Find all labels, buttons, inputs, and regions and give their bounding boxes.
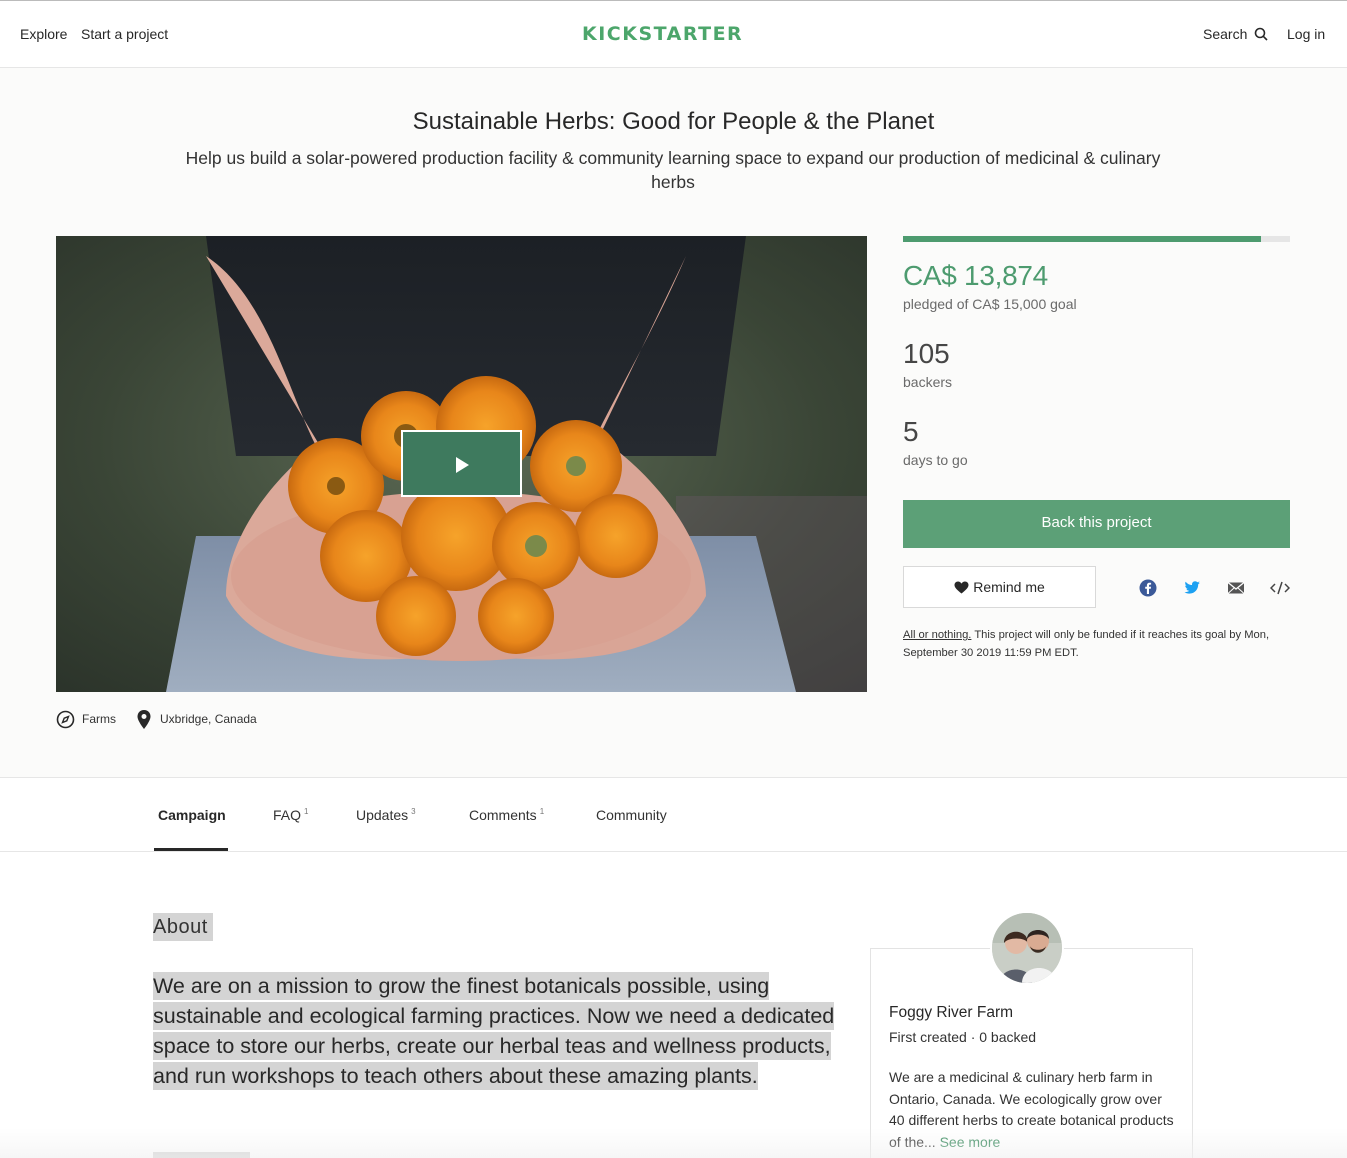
location-link[interactable]: Uxbridge, Canada (160, 712, 257, 726)
login-link[interactable]: Log in (1287, 26, 1325, 42)
all-or-nothing-link[interactable]: All or nothing. (903, 629, 971, 641)
remind-me-label: Remind me (973, 579, 1045, 595)
start-project-link[interactable]: Start a project (81, 26, 168, 42)
creator-avatar[interactable] (990, 911, 1064, 985)
play-video-button[interactable] (401, 430, 522, 497)
active-tab-indicator (154, 848, 228, 851)
explore-link[interactable]: Explore (20, 26, 67, 42)
days-to-go-label: days to go (903, 452, 968, 468)
tab-community[interactable]: Community (596, 807, 667, 823)
tab-comments-count: 1 (539, 807, 545, 817)
mission-statement: We are on a mission to grow the finest b… (153, 971, 843, 1091)
creator-avatar-image (992, 913, 1062, 983)
tab-community-label: Community (596, 807, 667, 823)
mission-text: We are on a mission to grow the finest b… (153, 972, 835, 1090)
play-icon (456, 457, 469, 473)
location-pin-icon (137, 710, 151, 729)
twitter-icon[interactable] (1183, 579, 1201, 597)
category-link[interactable]: Farms (82, 712, 116, 726)
pledged-amount: CA$ 13,874 (903, 260, 1048, 291)
tab-comments[interactable]: Comments 1 (469, 807, 544, 823)
compass-icon (56, 710, 75, 729)
remind-me-button[interactable]: Remind me (903, 566, 1096, 608)
funding-progress-fill (903, 236, 1261, 242)
creator-bio-text: We are a medicinal & culinary herb farm … (889, 1069, 1174, 1150)
email-icon[interactable] (1227, 579, 1245, 597)
embed-icon[interactable] (1270, 579, 1290, 597)
tab-campaign-label: Campaign (158, 807, 226, 823)
tab-updates[interactable]: Updates 3 (356, 807, 416, 823)
creator-bio: We are a medicinal & culinary herb farm … (889, 1067, 1179, 1153)
next-section-heading (153, 1152, 250, 1158)
kickstarter-logo[interactable]: KICKSTARTER (582, 23, 743, 45)
see-more-link[interactable]: See more (940, 1134, 1001, 1150)
tab-faq-label: FAQ (273, 807, 302, 823)
project-video[interactable] (56, 236, 867, 692)
all-or-nothing-notice: All or nothing. This project will only b… (903, 626, 1293, 662)
tab-faq[interactable]: FAQ 1 (273, 807, 308, 823)
facebook-icon[interactable] (1139, 579, 1157, 597)
backers-label: backers (903, 374, 953, 390)
project-hero: Sustainable Herbs: Good for People & the… (0, 68, 1347, 778)
creator-name[interactable]: Foggy River Farm (889, 1004, 1013, 1022)
tab-updates-label: Updates (356, 807, 409, 823)
top-navigation: Explore Start a project KICKSTARTER Sear… (0, 0, 1347, 68)
heart-icon (954, 581, 969, 594)
search-icon[interactable] (1254, 27, 1268, 41)
funding-progress-bar (903, 236, 1290, 242)
tab-comments-label: Comments (469, 807, 537, 823)
creator-meta: First created · 0 backed (889, 1029, 1037, 1045)
tab-updates-count: 3 (411, 807, 416, 817)
back-project-button[interactable]: Back this project (903, 500, 1290, 548)
project-title: Sustainable Herbs: Good for People & the… (412, 108, 935, 135)
project-blurb: Help us build a solar-powered production… (185, 148, 1161, 192)
pledged-goal-label: pledged of CA$ 15,000 goal (903, 296, 1077, 312)
tab-campaign[interactable]: Campaign (158, 807, 226, 823)
project-tabs: Campaign FAQ 1 Updates 3 Comments 1 Communi… (0, 779, 1347, 852)
about-heading: About (153, 913, 213, 941)
days-to-go-count: 5 (903, 416, 919, 447)
tab-faq-count: 1 (304, 807, 309, 817)
backers-count: 105 (903, 338, 950, 369)
search-link[interactable]: Search (1203, 26, 1247, 42)
